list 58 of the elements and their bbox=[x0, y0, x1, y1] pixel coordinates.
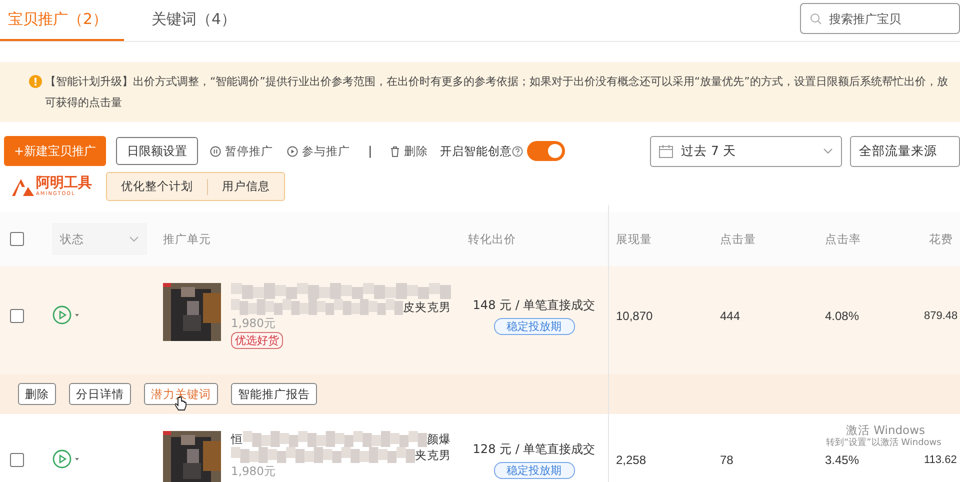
plugin-button[interactable]: 用户信息 bbox=[207, 178, 284, 194]
row-checkbox[interactable] bbox=[10, 453, 24, 467]
play-status-icon[interactable] bbox=[52, 448, 82, 468]
traffic-source-select[interactable]: 全部流量来源 bbox=[850, 136, 960, 166]
chevron-down-icon bbox=[129, 236, 139, 242]
trash-icon bbox=[390, 146, 400, 156]
title-text: 颜爆 bbox=[427, 431, 451, 447]
date-range-select[interactable]: 过去 7 天 bbox=[650, 136, 842, 166]
activation-text: 转到“设置”以激活 Windows bbox=[826, 437, 942, 449]
status-tag: 稳定投放期 bbox=[494, 462, 574, 479]
play-icon bbox=[287, 146, 298, 156]
title-text: 恒 bbox=[231, 431, 243, 447]
row-action-button[interactable]: 分日详情 bbox=[69, 383, 131, 405]
title-text: 皮夹克男 bbox=[403, 299, 451, 315]
search-field[interactable]: 搜索推广宝贝 bbox=[800, 3, 960, 34]
table-cell-text: 113.62 bbox=[923, 454, 958, 466]
table-cell-text: 2,258 bbox=[615, 453, 648, 467]
toolbar-action[interactable]: 参与推广 bbox=[285, 144, 352, 158]
bid-text: 148 元 / 单笔直接成交 bbox=[472, 297, 596, 314]
table-cell-text: 879.48 bbox=[923, 310, 959, 322]
row-action-button[interactable]: 智能推广报告 bbox=[231, 383, 317, 405]
tag: 优选好货 bbox=[231, 332, 283, 349]
price-text: 1,980元 bbox=[231, 463, 277, 479]
price-text: 1,980元 bbox=[231, 315, 277, 331]
search-icon bbox=[810, 13, 822, 25]
column-header: 转化出价 bbox=[467, 232, 517, 246]
separator: | bbox=[367, 144, 374, 158]
column-header: 点击率 bbox=[824, 232, 862, 246]
bid-text: 128 元 / 单笔直接成交 bbox=[472, 441, 596, 458]
pause-icon bbox=[210, 146, 222, 156]
table-cell-text: 78 bbox=[719, 453, 734, 467]
table-cell-text: 10,870 bbox=[615, 309, 654, 323]
play-status-icon[interactable] bbox=[52, 304, 82, 324]
select-all-checkbox[interactable] bbox=[10, 232, 24, 246]
table-cell-text: 4.08% bbox=[824, 309, 860, 323]
column-header: 花费 bbox=[928, 232, 954, 246]
help-icon bbox=[512, 146, 524, 156]
notice-text: 【智能计划升级】出价方式调整，“智能调价”提供行业出价参考范围，在出价时有更多的参考依据；如果对于出价没有概念还可以采用“放量优先”的方式，设置日限额后系统帮忙出价，放可获得的点击量 bbox=[45, 74, 949, 111]
table-cell-text: 3.45% bbox=[824, 453, 860, 467]
row-checkbox[interactable] bbox=[10, 309, 24, 323]
title-text: 夹克男 bbox=[415, 447, 451, 463]
smart-creative-toggle[interactable] bbox=[527, 141, 566, 161]
column-header: 推广单元 bbox=[162, 232, 212, 246]
row-action-button[interactable]: 删除 bbox=[18, 383, 56, 405]
activation-title: 激活 Windows bbox=[846, 423, 925, 437]
plugin-button[interactable]: 优化整个计划 bbox=[107, 178, 207, 194]
warning-icon bbox=[29, 75, 42, 88]
column-header: 展现量 bbox=[615, 232, 653, 246]
calendar-icon bbox=[659, 144, 673, 158]
toolbar-action[interactable]: 暂停推广 bbox=[208, 144, 276, 158]
status-tag: 稳定投放期 bbox=[494, 318, 574, 335]
toggle-label: 开启智能创意 bbox=[440, 144, 512, 158]
table-cell-text: 444 bbox=[719, 309, 742, 323]
toolbar-action[interactable]: 删除 bbox=[388, 144, 430, 158]
chevron-down-icon bbox=[823, 148, 833, 154]
column-header: 点击量 bbox=[719, 232, 757, 246]
daily-limit-button[interactable]: 日限额设置 bbox=[116, 137, 198, 165]
tab[interactable]: 关键词（4） bbox=[144, 0, 252, 41]
